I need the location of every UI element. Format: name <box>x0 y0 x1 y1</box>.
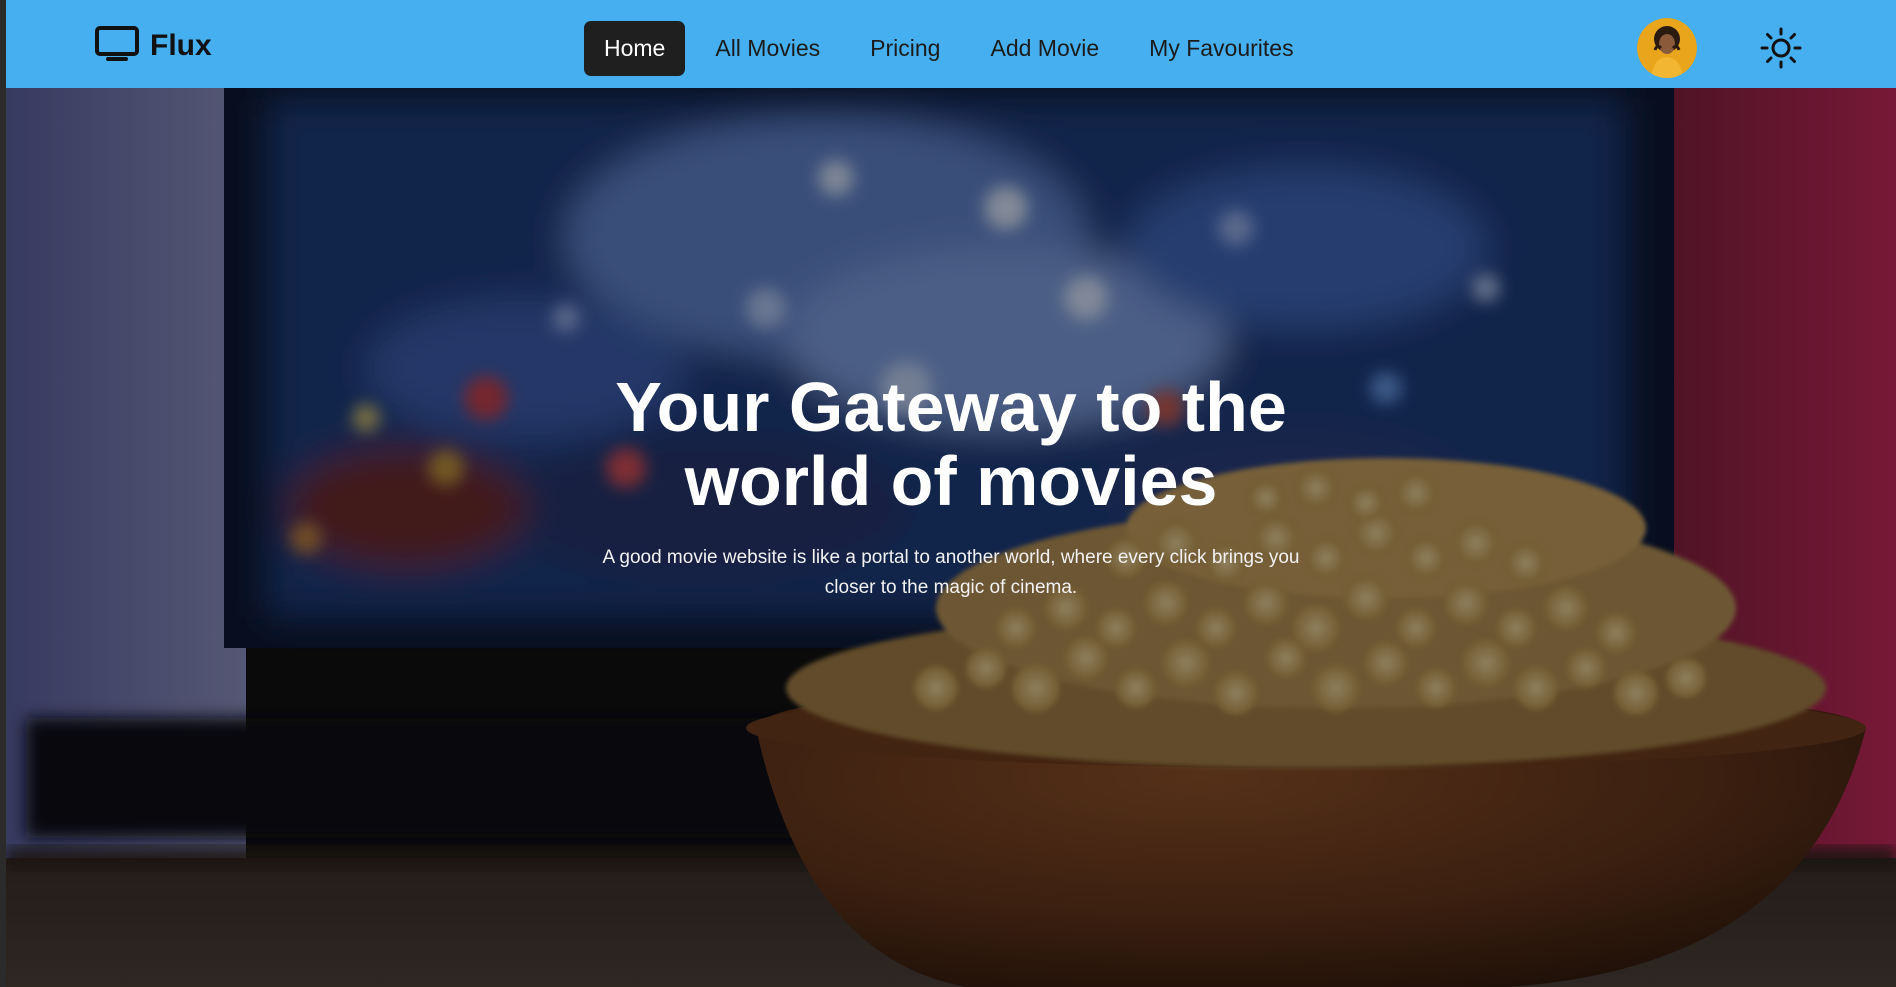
brand-name: Flux <box>150 29 212 62</box>
nav-item-label: Add Movie <box>990 35 1100 61</box>
nav-item-my-favourites[interactable]: My Favourites <box>1124 21 1318 76</box>
nav-item-label: Home <box>604 35 666 61</box>
brand-logo[interactable]: Flux <box>94 25 212 68</box>
nav-item-label: My Favourites <box>1149 35 1294 61</box>
avatar[interactable] <box>1637 18 1697 78</box>
nav-item-home[interactable]: Home <box>584 21 686 76</box>
hero-section: Your Gateway to the world of movies A go… <box>6 88 1896 987</box>
browser-viewport: Flux Home All Movies Pricing Add Movie M… <box>6 0 1896 987</box>
tv-icon <box>94 25 140 68</box>
nav-item-add-movie[interactable]: Add Movie <box>965 21 1124 76</box>
nav-item-label: All Movies <box>715 35 821 61</box>
navbar: Flux Home All Movies Pricing Add Movie M… <box>6 0 1896 88</box>
nav-item-pricing[interactable]: Pricing <box>845 21 965 76</box>
hero-subtitle: A good movie website is like a portal to… <box>602 547 1300 598</box>
sun-icon[interactable] <box>1759 26 1803 70</box>
nav-item-all-movies[interactable]: All Movies <box>690 21 845 76</box>
hero-background-image <box>6 88 1896 987</box>
hero-title: Your Gateway to the world of movies <box>615 368 1287 520</box>
nav-item-label: Pricing <box>870 35 941 61</box>
main-nav: Home All Movies Pricing Add Movie My Fav… <box>584 21 1319 76</box>
